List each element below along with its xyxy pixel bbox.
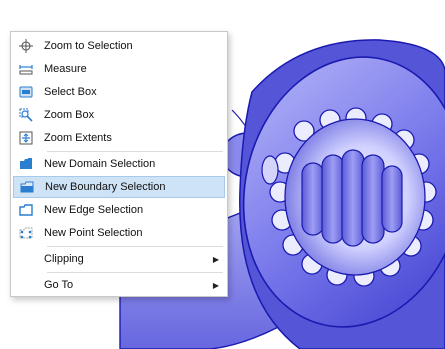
measure-icon: [18, 61, 34, 77]
menu-item-label: New Point Selection: [44, 227, 143, 239]
menu-item-new-domain-selection[interactable]: New Domain Selection: [13, 153, 225, 175]
zoom-box-icon: [18, 107, 34, 123]
select-box-icon: [18, 84, 34, 100]
boundary-selection-icon: [19, 179, 35, 195]
menu-item-label: New Boundary Selection: [45, 181, 166, 193]
menu-item-new-point-selection[interactable]: New Point Selection: [13, 222, 225, 244]
point-selection-icon: [18, 225, 34, 241]
menu-separator: [47, 151, 223, 152]
submenu-arrow-icon: ▶: [212, 280, 220, 290]
menu-item-label: Zoom Extents: [44, 132, 112, 144]
context-menu: Zoom to Selection Measure Select Box Zoo…: [10, 31, 228, 297]
zoom-extents-icon: [18, 130, 34, 146]
menu-item-label: New Edge Selection: [44, 204, 144, 216]
menu-item-label: Clipping: [44, 253, 84, 265]
menu-item-go-to[interactable]: Go To ▶: [13, 274, 225, 296]
menu-item-label: Measure: [44, 63, 87, 75]
menu-item-label: Zoom Box: [44, 109, 95, 121]
menu-item-select-box[interactable]: Select Box: [13, 81, 225, 103]
domain-selection-icon: [18, 156, 34, 172]
menu-item-new-edge-selection[interactable]: New Edge Selection: [13, 199, 225, 221]
model-side-hole: [261, 155, 279, 185]
edge-selection-icon: [18, 202, 34, 218]
menu-item-new-boundary-selection[interactable]: New Boundary Selection: [13, 176, 225, 198]
menu-separator: [47, 272, 223, 273]
menu-item-label: Go To: [44, 279, 74, 291]
menu-item-label: New Domain Selection: [44, 158, 156, 170]
menu-separator: [47, 246, 223, 247]
menu-item-zoom-box[interactable]: Zoom Box: [13, 104, 225, 126]
menu-item-measure[interactable]: Measure: [13, 58, 225, 80]
zoom-to-selection-icon: [18, 38, 34, 54]
menu-item-zoom-extents[interactable]: Zoom Extents: [13, 127, 225, 149]
menu-item-zoom-to-selection[interactable]: Zoom to Selection: [13, 35, 225, 57]
menu-item-label: Select Box: [44, 86, 97, 98]
submenu-arrow-icon: ▶: [212, 254, 220, 264]
menu-item-label: Zoom to Selection: [44, 40, 133, 52]
menu-item-clipping[interactable]: Clipping ▶: [13, 248, 225, 270]
